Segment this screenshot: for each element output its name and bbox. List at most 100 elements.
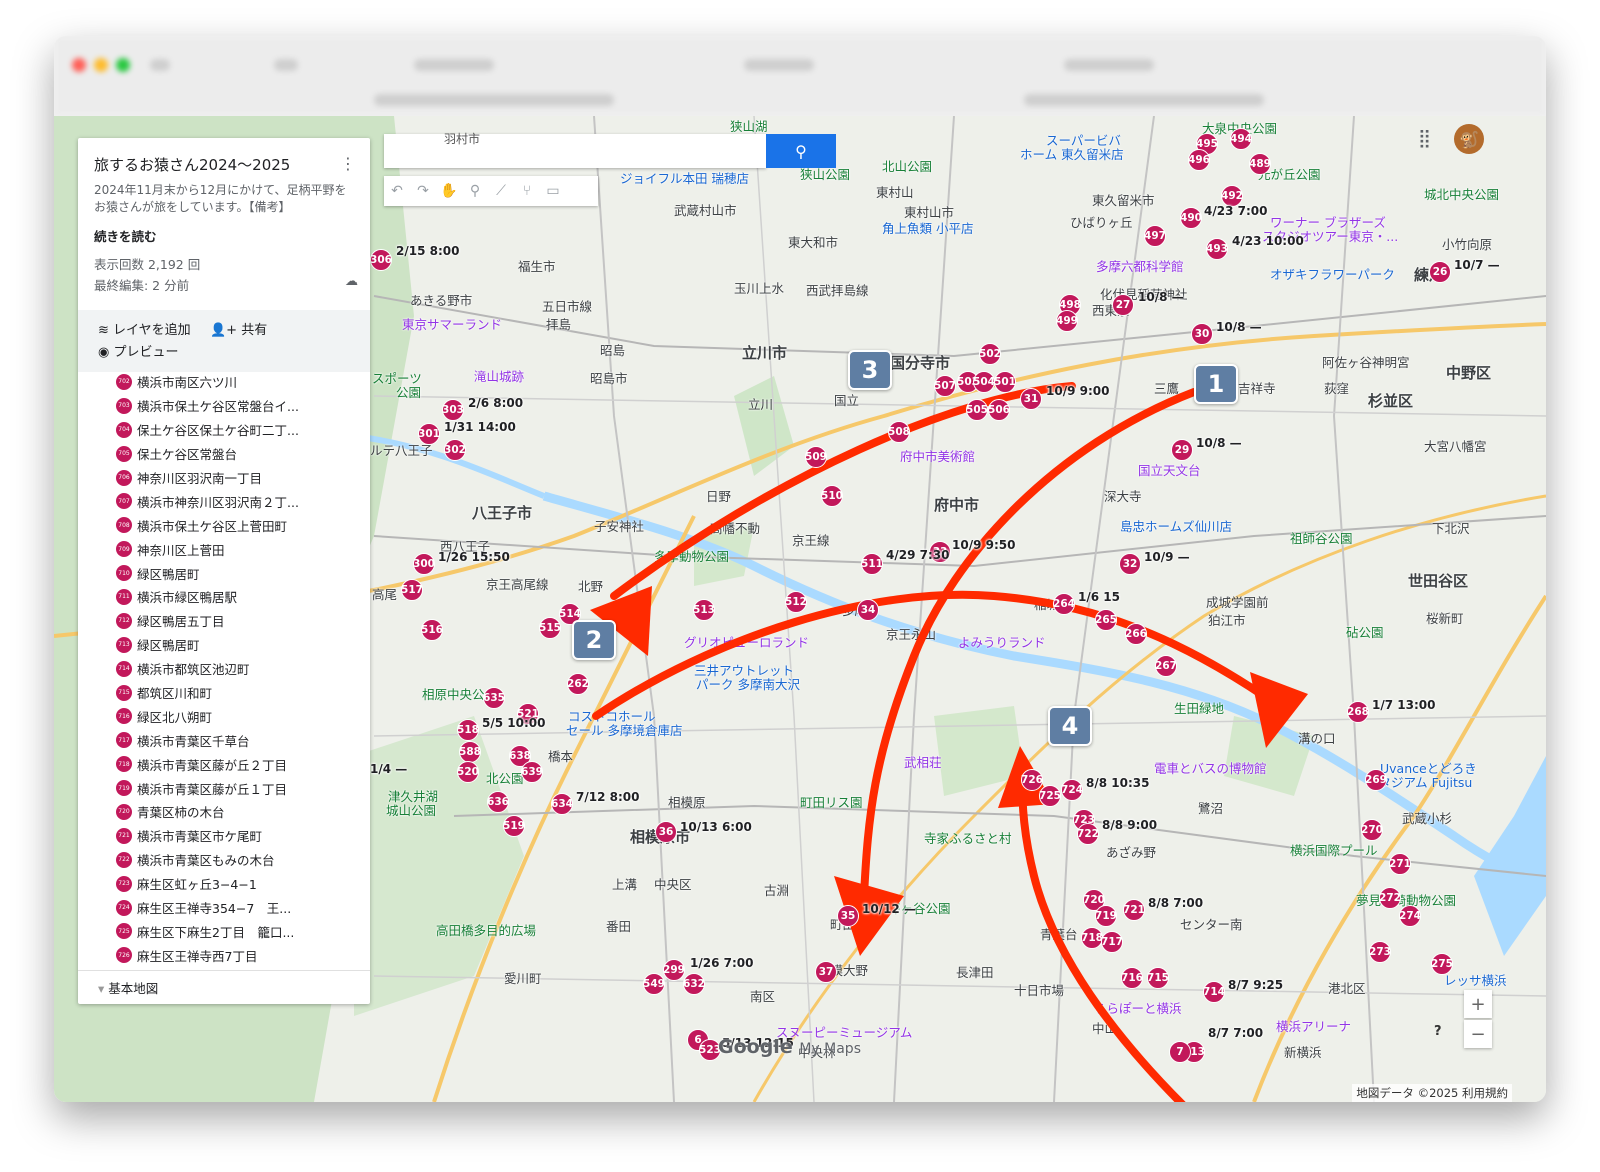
list-item[interactable]: 705 保土ケ谷区常盤台: [116, 442, 356, 466]
map-pin[interactable]: 511: [861, 553, 883, 575]
list-item[interactable]: 725 麻生区下麻生2丁目 籠口...: [116, 919, 356, 943]
map-pin[interactable]: 300: [413, 553, 435, 575]
map-pin[interactable]: 273: [1369, 941, 1391, 963]
directions-icon[interactable]: ⑂: [514, 183, 540, 199]
map-pin[interactable]: 721: [1123, 899, 1145, 921]
map-pin[interactable]: 275: [1431, 953, 1453, 975]
map-pin[interactable]: 303: [442, 399, 464, 421]
hand-icon[interactable]: ✋: [436, 183, 462, 199]
map-pin[interactable]: 494: [1230, 128, 1252, 150]
map-pin[interactable]: 516: [421, 619, 443, 641]
map-pin[interactable]: 507: [934, 375, 956, 397]
map-pin[interactable]: 497: [1144, 225, 1166, 247]
map-pin[interactable]: 7: [1169, 1041, 1191, 1063]
search-button[interactable]: ⚲: [766, 134, 836, 168]
map-pin[interactable]: 716: [1121, 967, 1143, 989]
list-item[interactable]: 720 青葉区柿の木台: [116, 800, 356, 824]
map-pin[interactable]: 306: [370, 249, 392, 271]
map-pin[interactable]: 26: [1429, 261, 1451, 283]
map-pin[interactable]: 264: [1053, 593, 1075, 615]
add-layer-button[interactable]: ≋ レイヤを追加: [98, 319, 191, 338]
list-item[interactable]: 708 横浜市保土ケ谷区上菅田町: [116, 513, 356, 537]
map-pin[interactable]: 509: [805, 446, 827, 468]
close-window-button[interactable]: [72, 58, 86, 72]
more-options-icon[interactable]: ⋮: [340, 154, 356, 173]
map-pin[interactable]: 724: [1061, 779, 1083, 801]
map-pin[interactable]: 270: [1361, 819, 1383, 841]
map-pin[interactable]: 636: [487, 791, 509, 813]
map-pin[interactable]: 520: [457, 761, 479, 783]
map-pin[interactable]: 505: [966, 399, 988, 421]
map-pin[interactable]: 272: [1379, 887, 1401, 909]
map-pin[interactable]: 715: [1147, 967, 1169, 989]
map-pin[interactable]: 490: [1180, 207, 1202, 229]
minimize-window-button[interactable]: [94, 58, 108, 72]
map-pin[interactable]: 36: [655, 821, 677, 843]
zoom-in-button[interactable]: +: [1464, 990, 1492, 1018]
map-pin[interactable]: 518: [457, 719, 479, 741]
map-pin[interactable]: 717: [1101, 931, 1123, 953]
list-item[interactable]: 711 横浜市緑区鴨居駅: [116, 585, 356, 609]
apps-grid-icon[interactable]: ⣿: [1418, 128, 1431, 149]
map-pin[interactable]: 37: [815, 961, 837, 983]
map-pin[interactable]: 299: [663, 959, 685, 981]
map-pin[interactable]: 29: [1171, 439, 1193, 461]
map-pin[interactable]: 634: [551, 793, 573, 815]
list-item[interactable]: 721 横浜市青葉区市ケ尾町: [116, 824, 356, 848]
map-pin[interactable]: 510: [821, 485, 843, 507]
map-pin[interactable]: 489: [1249, 153, 1271, 175]
map-pin[interactable]: 588: [459, 741, 481, 763]
list-item[interactable]: 717 横浜市青葉区千草台: [116, 728, 356, 752]
map-pin[interactable]: 632: [683, 973, 705, 995]
map-pin[interactable]: 27: [1112, 294, 1134, 316]
map-pin[interactable]: 719: [1095, 905, 1117, 927]
map-pin[interactable]: 32: [1119, 553, 1141, 575]
zoom-out-button[interactable]: −: [1464, 1020, 1492, 1048]
map-pin[interactable]: 512: [785, 591, 807, 613]
account-avatar[interactable]: 🐒: [1454, 124, 1484, 154]
list-item[interactable]: 709 神奈川区上菅田: [116, 537, 356, 561]
map-pin[interactable]: 35: [837, 905, 859, 927]
list-item[interactable]: 702 横浜市南区六ツ川: [116, 370, 356, 394]
list-item[interactable]: 726 麻生区王禅寺西7丁目: [116, 943, 356, 967]
search-input[interactable]: 羽村市: [384, 132, 766, 168]
map-pin[interactable]: 265: [1095, 609, 1117, 631]
map-pin[interactable]: 513: [693, 599, 715, 621]
map-pin[interactable]: 515: [539, 617, 561, 639]
map-pin[interactable]: 549: [643, 973, 665, 995]
line-icon[interactable]: ⟋: [488, 183, 514, 199]
map-pin[interactable]: 301: [418, 423, 440, 445]
list-item[interactable]: 712 緑区鴨居五丁目: [116, 609, 356, 633]
map-pin[interactable]: 31: [1020, 388, 1042, 410]
map-pin[interactable]: 269: [1365, 769, 1387, 791]
map-attribution[interactable]: 地図データ ©2025 利用規約: [1352, 1084, 1512, 1102]
list-item[interactable]: 716 緑区北八朔町: [116, 704, 356, 728]
map-pin[interactable]: 267: [1155, 655, 1177, 677]
map-pin[interactable]: 635: [483, 687, 505, 709]
map-pin[interactable]: 506: [988, 399, 1010, 421]
map-pin[interactable]: 271: [1389, 853, 1411, 875]
map-pin[interactable]: 274: [1399, 905, 1421, 927]
redo-icon[interactable]: ↷: [410, 183, 436, 199]
help-button[interactable]: ?: [1434, 1024, 1442, 1039]
map-pin[interactable]: 266: [1125, 623, 1147, 645]
map-pin[interactable]: 517: [401, 579, 423, 601]
map-pin[interactable]: 34: [857, 599, 879, 621]
map-pin[interactable]: 639: [521, 761, 543, 783]
map-pin[interactable]: 718: [1081, 927, 1103, 949]
zoom-window-button[interactable]: [116, 58, 130, 72]
list-item[interactable]: 724 麻生区王禅寺354−7 王...: [116, 896, 356, 920]
map-pin[interactable]: 262: [567, 673, 589, 695]
list-item[interactable]: 715 都筑区川和町: [116, 681, 356, 705]
preview-button[interactable]: ◉ プレビュー: [98, 341, 179, 360]
list-item[interactable]: 723 麻生区虹ヶ丘3−4−1: [116, 872, 356, 896]
map-pin[interactable]: 493: [1206, 238, 1228, 260]
map-title[interactable]: 旅するお猿さん2024〜2025: [94, 154, 290, 175]
list-item[interactable]: 703 横浜市保土ケ谷区常盤台イ...: [116, 394, 356, 418]
share-button[interactable]: 👤+ 共有: [210, 319, 267, 338]
base-map-toggle[interactable]: ▾ 基本地図: [98, 978, 158, 997]
list-item[interactable]: 719 横浜市青葉区藤が丘１丁目: [116, 776, 356, 800]
list-item[interactable]: 704 保土ケ谷区保土ケ谷町二丁...: [116, 418, 356, 442]
map-pin[interactable]: 722: [1077, 823, 1099, 845]
map-pin[interactable]: 726: [1021, 769, 1043, 791]
